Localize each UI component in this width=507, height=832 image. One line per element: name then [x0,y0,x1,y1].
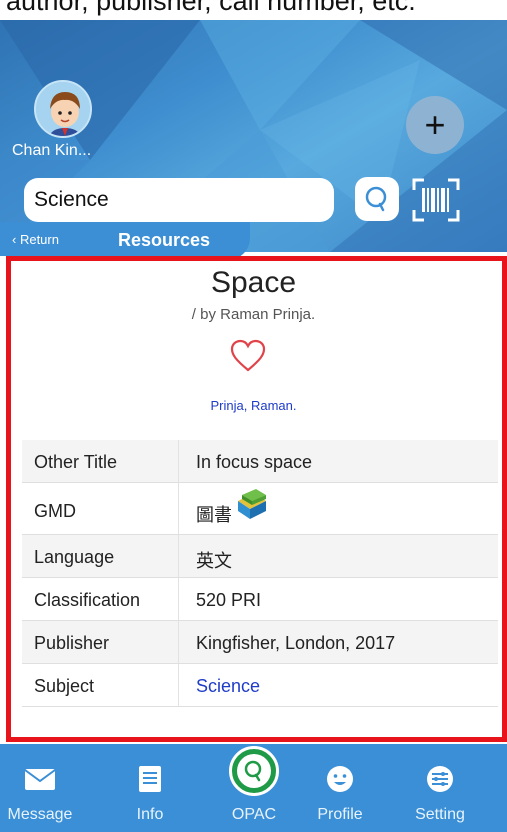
metadata-value: In focus space [196,452,313,472]
user-avatar[interactable] [34,80,92,138]
column-divider [178,578,179,620]
section-title: Resources [118,230,211,250]
search-input[interactable] [24,178,334,222]
sliders-icon [427,766,453,792]
metadata-row-publisher: Publisher Kingfisher, London, 2017 [22,621,498,664]
tab-opac[interactable]: OPAC [214,744,294,832]
tab-setting[interactable]: Setting [400,744,480,832]
tab-label: OPAC [231,806,277,823]
metadata-label: Subject [34,676,95,696]
record-metadata-table: Other Title In focus space GMD 圖書 Langua… [22,440,498,707]
metadata-row-gmd: GMD 圖書 [22,483,498,535]
column-divider [178,664,179,706]
barcode-icon [412,178,460,222]
metadata-label: Other Title [34,452,118,472]
metadata-row-other-title: Other Title In focus space [22,440,498,483]
metadata-row-classification: Classification 520 PRI [22,578,498,621]
return-link[interactable]: ‹ Return [12,232,59,247]
opac-active-indicator [229,746,279,796]
metadata-row-subject: Subject Science [22,664,498,707]
search-icon [244,760,262,782]
tab-label: Message [7,806,73,823]
tab-message[interactable]: Message [0,744,80,832]
user-name: Chan Kin... [12,142,92,159]
search-button[interactable] [355,177,399,221]
envelope-icon [24,769,56,790]
bottom-tab-bar: Message Info OPAC Profile Setting [0,744,507,832]
tab-profile[interactable]: Profile [300,744,380,832]
metadata-label: Language [34,547,115,567]
barcode-scan-button[interactable] [410,176,462,224]
resources-tab: ‹ Return Resources [0,222,250,260]
metadata-value: 英文 [196,551,232,571]
metadata-value: 圖書 [196,505,232,525]
column-divider [178,535,179,577]
favorite-button[interactable] [228,338,268,374]
return-label: Return [19,232,59,247]
metadata-value: Kingfisher, London, 2017 [196,633,396,653]
metadata-label: Classification [34,590,141,610]
record-byline: / by Raman Prinja. [191,306,316,323]
app-screen: author, publisher, call number, etc. Cha… [0,0,507,832]
heart-icon [230,339,266,372]
column-divider [178,483,179,534]
column-divider [178,440,179,482]
search-icon [365,186,387,212]
column-divider [178,621,179,663]
face-icon [327,766,353,792]
record-title: Space [210,266,297,299]
tab-info[interactable]: Info [110,744,190,832]
books-icon [238,489,266,519]
tab-label: Profile [317,806,363,823]
subject-link[interactable]: Science [196,676,260,697]
tab-label: Info [136,806,164,823]
metadata-label: Publisher [34,633,110,653]
tab-label: Setting [415,806,465,823]
document-icon [139,766,161,792]
metadata-row-language: Language 英文 [22,535,498,578]
opac-inner [237,754,271,788]
top-caption-text: author, publisher, call number, etc. [6,0,416,16]
header-banner: Chan Kin... + [0,20,507,252]
author-link[interactable]: Prinja, Raman. [0,398,507,413]
add-button[interactable]: + [406,96,464,154]
metadata-label: GMD [34,501,76,521]
metadata-value: 520 PRI [196,590,262,610]
